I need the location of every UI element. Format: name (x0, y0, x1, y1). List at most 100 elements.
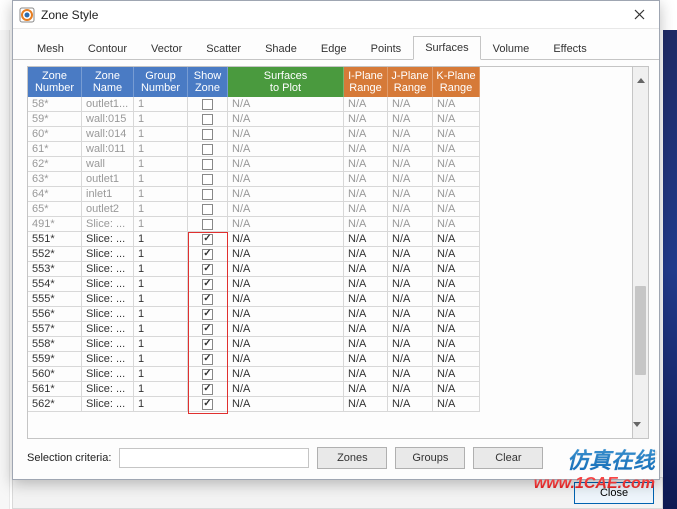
cell-surf[interactable]: N/A (228, 127, 344, 142)
cell-grp[interactable]: 1 (134, 277, 188, 292)
cell-surf[interactable]: N/A (228, 367, 344, 382)
scroll-track[interactable] (633, 83, 648, 422)
cell-jp[interactable]: N/A (388, 172, 433, 187)
cell-grp[interactable]: 1 (134, 352, 188, 367)
scroll-down-button[interactable] (633, 422, 648, 438)
show-zone-checkbox[interactable] (202, 129, 213, 140)
cell-ip[interactable]: N/A (344, 202, 388, 217)
table-row[interactable]: 555*Slice: ...1N/AN/AN/AN/A (28, 292, 632, 307)
cell-grp[interactable]: 1 (134, 187, 188, 202)
cell-name[interactable]: wall:014 (82, 127, 134, 142)
show-zone-checkbox[interactable] (202, 174, 213, 185)
cell-zn[interactable]: 561* (28, 382, 82, 397)
cell-ip[interactable]: N/A (344, 352, 388, 367)
cell-grp[interactable]: 1 (134, 202, 188, 217)
cell-surf[interactable]: N/A (228, 187, 344, 202)
cell-ip[interactable]: N/A (344, 187, 388, 202)
cell-kp[interactable]: N/A (433, 202, 480, 217)
cell-zn[interactable]: 556* (28, 307, 82, 322)
cell-jp[interactable]: N/A (388, 337, 433, 352)
cell-ip[interactable]: N/A (344, 217, 388, 232)
cell-surf[interactable]: N/A (228, 142, 344, 157)
cell-show[interactable] (188, 292, 228, 307)
cell-kp[interactable]: N/A (433, 112, 480, 127)
cell-zn[interactable]: 59* (28, 112, 82, 127)
cell-surf[interactable]: N/A (228, 322, 344, 337)
show-zone-checkbox[interactable] (202, 219, 213, 230)
table-row[interactable]: 557*Slice: ...1N/AN/AN/AN/A (28, 322, 632, 337)
cell-surf[interactable]: N/A (228, 337, 344, 352)
cell-name[interactable]: outlet2 (82, 202, 134, 217)
cell-ip[interactable]: N/A (344, 232, 388, 247)
cell-ip[interactable]: N/A (344, 247, 388, 262)
show-zone-checkbox[interactable] (202, 399, 213, 410)
cell-zn[interactable]: 61* (28, 142, 82, 157)
cell-zn[interactable]: 63* (28, 172, 82, 187)
show-zone-checkbox[interactable] (202, 294, 213, 305)
cell-jp[interactable]: N/A (388, 112, 433, 127)
cell-grp[interactable]: 1 (134, 292, 188, 307)
cell-kp[interactable]: N/A (433, 97, 480, 112)
cell-ip[interactable]: N/A (344, 397, 388, 412)
cell-zn[interactable]: 554* (28, 277, 82, 292)
table-row[interactable]: 551*Slice: ...1N/AN/AN/AN/A (28, 232, 632, 247)
cell-kp[interactable]: N/A (433, 127, 480, 142)
scroll-thumb[interactable] (635, 286, 646, 374)
show-zone-checkbox[interactable] (202, 144, 213, 155)
cell-jp[interactable]: N/A (388, 262, 433, 277)
cell-grp[interactable]: 1 (134, 337, 188, 352)
show-zone-checkbox[interactable] (202, 279, 213, 290)
cell-show[interactable] (188, 97, 228, 112)
cell-jp[interactable]: N/A (388, 367, 433, 382)
cell-grp[interactable]: 1 (134, 127, 188, 142)
table-row[interactable]: 559*Slice: ...1N/AN/AN/AN/A (28, 352, 632, 367)
cell-grp[interactable]: 1 (134, 157, 188, 172)
cell-ip[interactable]: N/A (344, 307, 388, 322)
cell-zn[interactable]: 64* (28, 187, 82, 202)
table-row[interactable]: 558*Slice: ...1N/AN/AN/AN/A (28, 337, 632, 352)
cell-zn[interactable]: 491* (28, 217, 82, 232)
table-row[interactable]: 552*Slice: ...1N/AN/AN/AN/A (28, 247, 632, 262)
cell-jp[interactable]: N/A (388, 292, 433, 307)
cell-ip[interactable]: N/A (344, 337, 388, 352)
show-zone-checkbox[interactable] (202, 384, 213, 395)
cell-kp[interactable]: N/A (433, 172, 480, 187)
cell-ip[interactable]: N/A (344, 112, 388, 127)
cell-grp[interactable]: 1 (134, 367, 188, 382)
cell-jp[interactable]: N/A (388, 97, 433, 112)
cell-show[interactable] (188, 352, 228, 367)
cell-jp[interactable]: N/A (388, 187, 433, 202)
cell-kp[interactable]: N/A (433, 352, 480, 367)
table-row[interactable]: 61*wall:0111N/AN/AN/AN/A (28, 142, 632, 157)
cell-ip[interactable]: N/A (344, 322, 388, 337)
column-header[interactable]: K-PlaneRange (433, 67, 480, 97)
table-row[interactable]: 553*Slice: ...1N/AN/AN/AN/A (28, 262, 632, 277)
cell-show[interactable] (188, 202, 228, 217)
window-close-button[interactable] (619, 1, 659, 29)
tab-volume[interactable]: Volume (481, 37, 542, 60)
table-row[interactable]: 60*wall:0141N/AN/AN/AN/A (28, 127, 632, 142)
cell-zn[interactable]: 62* (28, 157, 82, 172)
cell-show[interactable] (188, 232, 228, 247)
cell-jp[interactable]: N/A (388, 382, 433, 397)
cell-surf[interactable]: N/A (228, 217, 344, 232)
cell-name[interactable]: Slice: ... (82, 217, 134, 232)
cell-name[interactable]: Slice: ... (82, 382, 134, 397)
table-row[interactable]: 58*outlet1...1N/AN/AN/AN/A (28, 97, 632, 112)
cell-grp[interactable]: 1 (134, 397, 188, 412)
cell-name[interactable]: Slice: ... (82, 397, 134, 412)
cell-ip[interactable]: N/A (344, 262, 388, 277)
cell-grp[interactable]: 1 (134, 262, 188, 277)
cell-grp[interactable]: 1 (134, 172, 188, 187)
table-row[interactable]: 560*Slice: ...1N/AN/AN/AN/A (28, 367, 632, 382)
show-zone-checkbox[interactable] (202, 249, 213, 260)
show-zone-checkbox[interactable] (202, 99, 213, 110)
clear-button[interactable]: Clear (473, 447, 543, 469)
cell-surf[interactable]: N/A (228, 277, 344, 292)
cell-name[interactable]: Slice: ... (82, 322, 134, 337)
cell-jp[interactable]: N/A (388, 232, 433, 247)
cell-kp[interactable]: N/A (433, 217, 480, 232)
cell-show[interactable] (188, 142, 228, 157)
cell-show[interactable] (188, 337, 228, 352)
cell-zn[interactable]: 58* (28, 97, 82, 112)
